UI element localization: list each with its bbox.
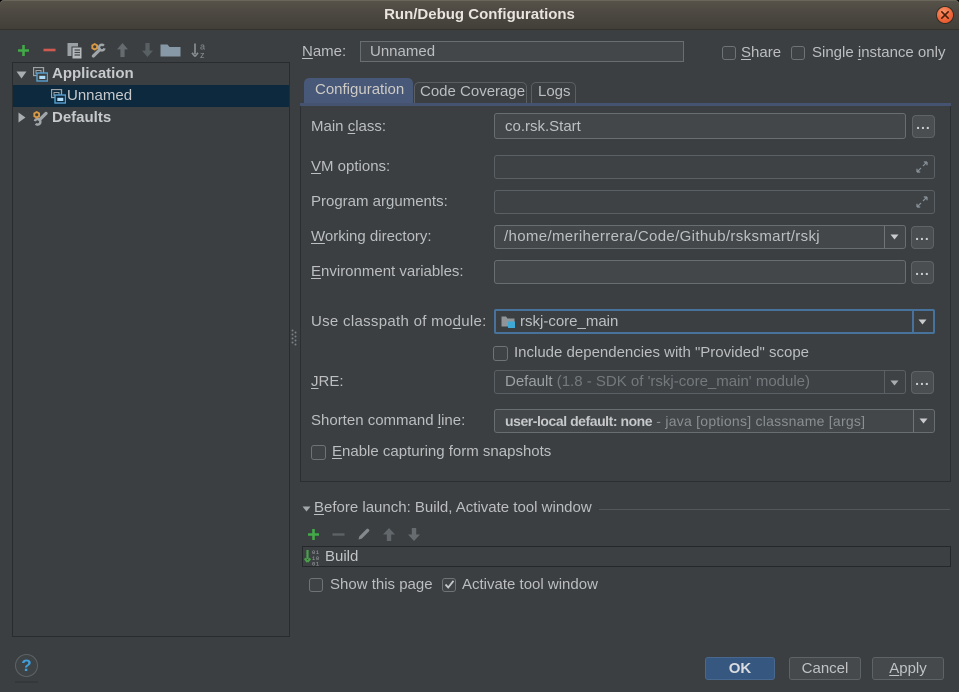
svg-text:01: 01	[312, 562, 320, 566]
svg-text:z: z	[200, 50, 205, 58]
